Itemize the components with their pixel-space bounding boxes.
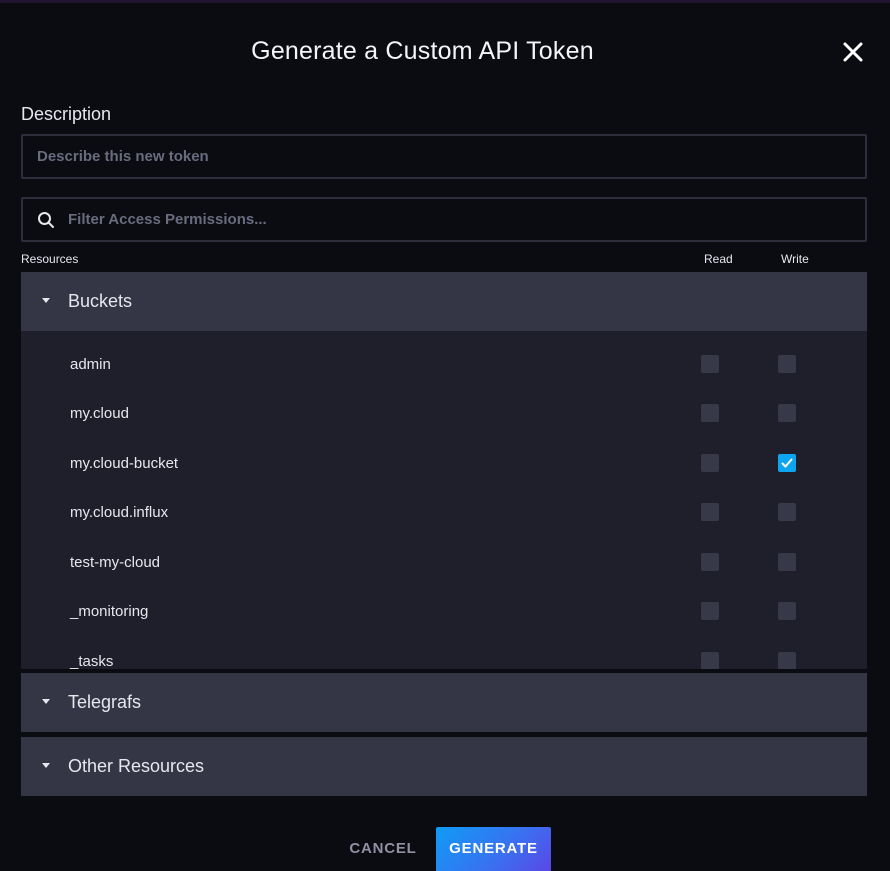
generate-button[interactable]: GENERATE xyxy=(436,827,551,871)
read-checkbox[interactable] xyxy=(701,404,719,422)
top-accent-bar xyxy=(0,0,890,3)
section-header-buckets[interactable]: Buckets xyxy=(21,272,867,331)
read-checkbox[interactable] xyxy=(701,553,719,571)
read-checkbox[interactable] xyxy=(701,355,719,373)
checkmark-icon xyxy=(781,458,793,468)
write-checkbox[interactable] xyxy=(778,355,796,373)
read-checkbox[interactable] xyxy=(701,503,719,521)
write-checkbox[interactable] xyxy=(778,553,796,571)
list-item: admin xyxy=(21,339,867,388)
write-column-header: Write xyxy=(781,252,809,266)
bucket-name: my.cloud-bucket xyxy=(70,455,179,472)
search-icon xyxy=(38,212,54,228)
read-checkbox[interactable] xyxy=(701,652,719,669)
bucket-list[interactable]: admin my.cloud my.cloud-bucket my.cloud.… xyxy=(21,331,867,669)
list-item: _monitoring xyxy=(21,587,867,636)
section-label: Buckets xyxy=(68,291,133,311)
write-checkbox[interactable] xyxy=(778,652,796,669)
filter-placeholder: Filter Access Permissions... xyxy=(68,211,267,228)
close-button[interactable] xyxy=(837,36,869,68)
bucket-name: my.cloud.influx xyxy=(70,504,169,521)
read-column-header: Read xyxy=(704,252,733,266)
write-checkbox[interactable] xyxy=(778,503,796,521)
list-item: _tasks xyxy=(21,636,867,669)
bucket-name: _monitoring xyxy=(70,603,149,620)
close-icon xyxy=(843,42,863,62)
cancel-button[interactable]: CANCEL xyxy=(336,827,430,871)
list-item: my.cloud-bucket xyxy=(21,438,867,487)
resources-column-header: Resources xyxy=(21,252,79,266)
description-placeholder: Describe this new token xyxy=(37,148,209,165)
dialog-title: Generate a Custom API Token xyxy=(251,37,594,65)
bucket-name: my.cloud xyxy=(70,405,129,422)
bucket-name: _tasks xyxy=(70,653,114,669)
section-header-other-resources[interactable]: Other Resources xyxy=(21,737,867,796)
read-checkbox[interactable] xyxy=(701,454,719,472)
description-input[interactable]: Describe this new token xyxy=(21,134,867,179)
section-label: Other Resources xyxy=(68,756,205,776)
description-label: Description xyxy=(21,104,112,124)
section-label: Telegrafs xyxy=(68,692,142,712)
write-checkbox[interactable] xyxy=(778,404,796,422)
bucket-name: admin xyxy=(70,356,111,373)
filter-permissions-input[interactable]: Filter Access Permissions... xyxy=(21,197,867,242)
list-item: test-my-cloud xyxy=(21,537,867,586)
caret-down-icon xyxy=(42,763,50,768)
list-item: my.cloud xyxy=(21,389,867,438)
bucket-name: test-my-cloud xyxy=(70,554,161,571)
caret-down-icon xyxy=(42,699,50,704)
section-header-telegrafs[interactable]: Telegrafs xyxy=(21,673,867,732)
write-checkbox[interactable] xyxy=(778,454,796,472)
caret-down-icon xyxy=(42,298,50,303)
write-checkbox[interactable] xyxy=(778,602,796,620)
read-checkbox[interactable] xyxy=(701,602,719,620)
list-item: my.cloud.influx xyxy=(21,488,867,537)
